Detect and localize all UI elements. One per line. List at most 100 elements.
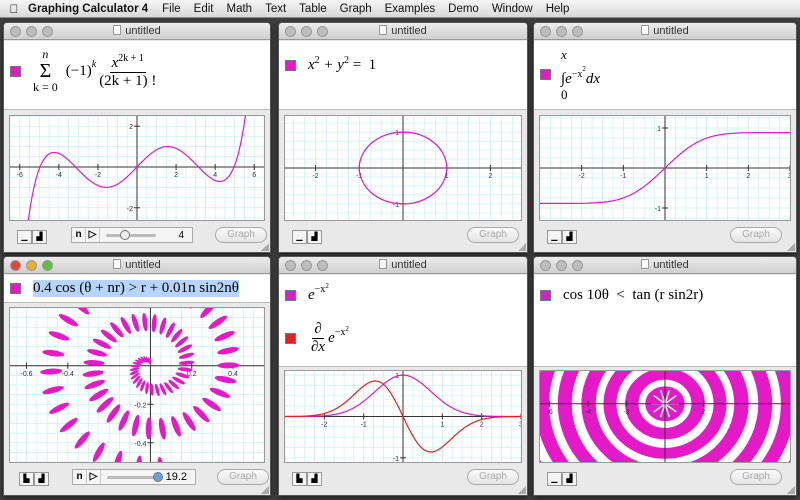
3d-graph-icon[interactable]: ▟: [32, 230, 47, 244]
close-button[interactable]: [10, 26, 21, 37]
menu-help[interactable]: Help: [546, 3, 570, 15]
apple-menu-icon[interactable]: : [0, 2, 28, 16]
2d-graph-icon[interactable]: ▁: [547, 472, 562, 486]
resize-grip[interactable]: [518, 486, 526, 494]
close-button[interactable]: [10, 260, 21, 271]
color-swatch[interactable]: [540, 69, 551, 80]
graph-button[interactable]: Graph: [730, 469, 782, 485]
title-bar[interactable]: untitled: [279, 257, 527, 274]
menu-edit[interactable]: Edit: [194, 3, 214, 15]
color-swatch[interactable]: [10, 283, 21, 294]
equation[interactable]: cos 10θ < tan (r sin2r): [540, 287, 703, 304]
color-swatch[interactable]: [10, 65, 21, 77]
resize-grip[interactable]: [787, 243, 795, 251]
2d-graph-icon[interactable]: ▙: [19, 472, 34, 486]
equation-area[interactable]: nΣk = 0 (−1) k x2k + 1 (2k + 1) !: [4, 41, 270, 110]
color-swatch[interactable]: [540, 290, 551, 301]
minimize-button[interactable]: [301, 260, 312, 271]
equation[interactable]: 0.4 cos (θ + nr) > r + 0.01n sin2nθ: [10, 280, 239, 297]
zoom-button[interactable]: [42, 26, 53, 37]
n-slider[interactable]: n ▷ 19.2: [72, 469, 196, 485]
graph-button[interactable]: Graph: [215, 227, 267, 243]
graph-pane[interactable]: -0.6 -0.4 0.2 0.4 -0.2 -0.4: [9, 307, 265, 463]
zoom-button[interactable]: [42, 260, 53, 271]
3d-graph-icon[interactable]: ▟: [562, 230, 577, 244]
x-tick-label: 2: [480, 422, 484, 429]
equation-area[interactable]: x ∫e−x2dx 0: [534, 41, 796, 110]
2d-graph-icon[interactable]: ▁: [17, 230, 32, 244]
graph-button[interactable]: Graph: [730, 227, 782, 243]
slider-knob[interactable]: [120, 229, 130, 240]
equation[interactable]: x ∫e−x2dx 0: [540, 47, 600, 102]
resize-grip[interactable]: [261, 486, 269, 494]
menu-table[interactable]: Table: [299, 3, 327, 15]
menu-file[interactable]: File: [162, 3, 181, 15]
color-swatch[interactable]: [285, 290, 296, 301]
play-icon[interactable]: ▷: [86, 228, 100, 242]
slider-value[interactable]: 19.2: [166, 471, 187, 483]
zoom-button[interactable]: [317, 26, 328, 37]
graph-pane[interactable]: -2 -1 1 2 1 -1: [284, 115, 522, 221]
document-icon: [113, 259, 122, 269]
slider-knob[interactable]: [153, 471, 163, 482]
2d-graph-icon[interactable]: ▁: [292, 230, 307, 244]
close-button[interactable]: [285, 260, 296, 271]
minimize-button[interactable]: [26, 26, 37, 37]
minimize-button[interactable]: [556, 260, 567, 271]
graph-button[interactable]: Graph: [467, 469, 519, 485]
resize-grip[interactable]: [261, 243, 269, 251]
menu-window[interactable]: Window: [492, 3, 533, 15]
2d-graph-icon[interactable]: ▙: [292, 472, 307, 486]
title-bar[interactable]: untitled: [534, 23, 796, 40]
equation[interactable]: x2 + y2 = 1: [285, 55, 376, 74]
resize-grip[interactable]: [518, 243, 526, 251]
graph-pane[interactable]: -2-11231-1: [539, 115, 791, 221]
3d-graph-icon[interactable]: ▟: [307, 230, 322, 244]
resize-grip[interactable]: [787, 486, 795, 494]
menu-demo[interactable]: Demo: [448, 3, 479, 15]
graph-pane[interactable]: -2-11231-1: [284, 370, 522, 463]
equation-area[interactable]: cos 10θ < tan (r sin2r): [534, 275, 796, 367]
equation[interactable]: nΣk = 0 (−1) k x2k + 1 (2k + 1) !: [10, 47, 159, 95]
3d-graph-icon[interactable]: ▟: [562, 472, 577, 486]
menu-text[interactable]: Text: [265, 3, 286, 15]
x-tick-label: 2: [488, 173, 492, 180]
title-bar[interactable]: untitled: [4, 257, 270, 274]
3d-graph-icon[interactable]: ▟: [307, 472, 322, 486]
n-slider[interactable]: n ▷ 4: [71, 227, 193, 243]
equation-1[interactable]: e −x 2: [285, 282, 329, 304]
menu-app-name[interactable]: Graphing Calculator 4: [28, 3, 148, 15]
y-tick-label: -1: [655, 206, 661, 213]
close-button[interactable]: [540, 26, 551, 37]
graph-button[interactable]: Graph: [217, 469, 269, 485]
minimize-button[interactable]: [556, 26, 567, 37]
menu-examples[interactable]: Examples: [385, 3, 436, 15]
equation-area[interactable]: x2 + y2 = 1: [279, 41, 527, 110]
3d-graph-icon[interactable]: ▟: [34, 472, 49, 486]
menu-math[interactable]: Math: [227, 3, 253, 15]
menu-graph[interactable]: Graph: [340, 3, 372, 15]
graph-pane[interactable]: -6 -4 -2 2 4 6 2 -2: [9, 115, 265, 221]
minimize-button[interactable]: [301, 26, 312, 37]
petal-mark: [72, 308, 90, 315]
equation-2[interactable]: ∂ ∂x e −x 2: [285, 321, 349, 356]
graph-button[interactable]: Graph: [467, 227, 519, 243]
color-swatch[interactable]: [285, 333, 296, 344]
zoom-button[interactable]: [317, 260, 328, 271]
close-button[interactable]: [285, 26, 296, 37]
title-bar[interactable]: untitled: [279, 23, 527, 40]
zoom-button[interactable]: [572, 26, 583, 37]
title-bar[interactable]: untitled: [4, 23, 270, 40]
graph-pane[interactable]: -6 -4 -2 2: [539, 370, 791, 463]
slider-value[interactable]: 4: [178, 230, 184, 241]
close-button[interactable]: [540, 260, 551, 271]
2d-graph-icon[interactable]: ▁: [547, 230, 562, 244]
zoom-button[interactable]: [572, 260, 583, 271]
title-bar[interactable]: untitled: [534, 257, 796, 274]
equation-area[interactable]: e −x 2 ∂ ∂x e −x 2: [279, 275, 527, 367]
equation-text-selected[interactable]: 0.4 cos (θ + nr) > r + 0.01n sin2nθ: [33, 280, 239, 297]
minimize-button[interactable]: [26, 260, 37, 271]
play-icon[interactable]: ▷: [87, 470, 101, 484]
equation-area[interactable]: 0.4 cos (θ + nr) > r + 0.01n sin2nθ: [4, 275, 270, 303]
color-swatch[interactable]: [285, 60, 296, 71]
